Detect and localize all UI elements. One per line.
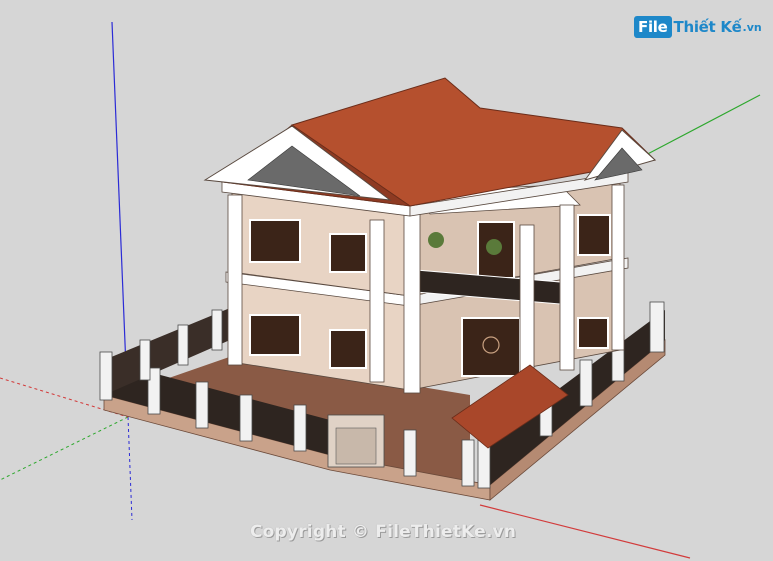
- fence-pillar: [461, 439, 475, 487]
- main-door: [461, 317, 521, 377]
- fence-pillar: [403, 429, 417, 477]
- window: [249, 219, 301, 263]
- gate-door: [335, 427, 377, 465]
- potted-plant: [428, 232, 444, 248]
- logo-file-text: File: [634, 16, 672, 38]
- fence-pillar: [177, 324, 189, 366]
- blue-axis-dashed: [127, 416, 133, 521]
- fence-pillar: [139, 339, 151, 381]
- facade-pillar: [559, 204, 575, 371]
- fence-pillar: [649, 301, 665, 353]
- window: [577, 214, 611, 256]
- fence-pillar: [293, 404, 307, 452]
- fence-pillar: [211, 309, 223, 351]
- window: [249, 314, 301, 356]
- facade-pillar: [369, 219, 385, 383]
- logo-thietke-text: Thiết Kế: [673, 18, 742, 36]
- model-viewport[interactable]: [0, 0, 773, 561]
- green-axis-dashed: [0, 416, 129, 481]
- window: [329, 329, 367, 369]
- logo-domain-text: .vn: [742, 20, 762, 34]
- facade-pillar: [519, 224, 535, 381]
- potted-plant: [486, 239, 502, 255]
- copyright-watermark: Copyright © FileThietKe.vn: [250, 522, 517, 542]
- window: [329, 233, 367, 273]
- fence-pillar: [579, 359, 593, 407]
- window: [577, 317, 609, 349]
- filethietke-logo: File Thiết Kế .vn: [634, 14, 762, 40]
- fence-pillar: [99, 351, 113, 401]
- villa-model: [99, 77, 666, 501]
- facade-pillar: [611, 184, 625, 351]
- fence-pillar: [195, 381, 209, 429]
- facade-pillar: [403, 207, 421, 394]
- facade-pillar: [227, 194, 243, 366]
- fence-pillar: [239, 394, 253, 442]
